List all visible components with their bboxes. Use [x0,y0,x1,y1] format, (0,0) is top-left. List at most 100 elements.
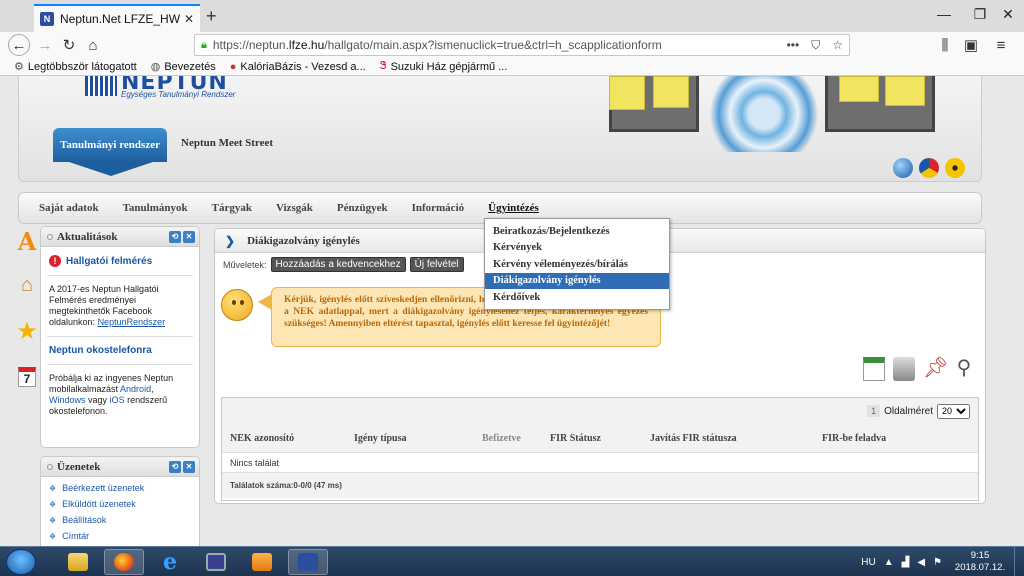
menu-item-tanulmanyok[interactable]: Tanulmányok [111,192,200,224]
accessibility-icon[interactable] [945,158,965,178]
neptun-taskbar-icon[interactable] [288,549,328,575]
panel-collapse-icon[interactable] [47,463,53,470]
window-close-icon[interactable]: ✕ [992,0,1024,28]
bookmark-item[interactable]: Ꮥ Suzuki Ház gépjármű ... [380,60,508,73]
news-item-title[interactable]: ! Hallgatói felmérés [49,255,193,267]
forward-icon[interactable]: → [34,35,56,55]
flag-icon[interactable]: ⚑ [933,557,942,568]
secure-lock-icon[interactable]: 🔒︎ [201,39,207,52]
news-item-title[interactable]: Neptun okostelefonra [49,345,193,356]
system-selector[interactable]: Tanulmányi rendszer [53,128,183,180]
favorites-star-icon[interactable]: ★ [14,318,40,345]
refresh-icon[interactable]: ⟲ [169,230,181,243]
menu-item-sajat-adatok[interactable]: Saját adatok [27,192,111,224]
windows-link[interactable]: Windows [49,395,86,405]
home-icon[interactable]: ⌂ [82,35,104,55]
panel-collapse-icon[interactable] [47,233,53,240]
add-to-favorites-button[interactable]: Hozzáadás a kedvencekhez [270,257,406,272]
column-header[interactable]: Befizetve [482,433,521,444]
media-player-taskbar-icon[interactable] [242,549,282,575]
page-title: Diákigazolvány igénylés [247,234,360,247]
android-link[interactable]: Android [120,384,151,394]
page-actions-icon[interactable]: ••• [787,38,800,52]
sent-link[interactable]: ❖ Elküldött üzenetek [49,499,191,509]
system-button[interactable]: Tanulmányi rendszer [53,128,167,162]
bookmark-star-icon[interactable]: ☆ [832,38,843,52]
dropdown-item-diakigazolvany[interactable]: Diákigazolvány igénylés [485,272,669,289]
result-count: Találatok száma:0-0/0 (47 ms) [222,472,978,498]
new-tab-icon[interactable]: + [206,6,217,26]
start-button[interactable] [6,549,36,575]
column-header[interactable]: FIR Státusz [550,433,601,444]
color-theme-icon[interactable] [919,158,939,178]
reload-icon[interactable]: ↻ [58,35,80,55]
dropdown-item-kerveny-velemenyezes[interactable]: Kérvény véleményezés/bírálás [485,256,669,273]
dropdown-item-kervenyek[interactable]: Kérvények [485,240,669,257]
library-icon[interactable]: ⫼ [934,35,956,55]
url-text[interactable]: https://neptun.lfze.hu/hallgato/main.asp… [213,38,781,52]
url-bar[interactable]: 🔒︎ https://neptun.lfze.hu/hallgato/main.… [194,34,850,56]
bookmark-item[interactable]: ● KalóriaBázis - Vezesd a... [230,61,366,73]
menu-item-penzugyek[interactable]: Pénzügyek [325,192,400,224]
network-icon[interactable]: ▟ [902,557,910,568]
menu-item-targyak[interactable]: Tárgyak [200,192,264,224]
header-icons [893,158,965,178]
search-icon[interactable]: ⚲ [953,357,975,381]
minimize-icon[interactable]: — [924,0,964,28]
meet-street-link[interactable]: Neptun Meet Street [181,137,273,149]
print-icon[interactable] [893,357,915,381]
close-icon[interactable]: ✕ [183,460,195,473]
pin-icon[interactable]: 📌︎ [923,357,948,381]
dropdown-item-beiratkozas[interactable]: Beiratkozás/Bejelentkezés [485,223,669,240]
browser-tab[interactable]: N Neptun.Net LFZE_HW ✕ [34,4,200,32]
bookmark-item[interactable]: ◍ Bevezetés [150,60,216,74]
tab-title: Neptun.Net LFZE_HW [60,12,181,26]
explorer-taskbar-icon[interactable] [58,549,98,575]
column-header[interactable]: FIR-be feladva [822,433,886,444]
menu-icon[interactable]: ≡ [990,35,1012,55]
volume-icon[interactable]: ◀ [917,557,925,568]
globe-icon: ◍ [150,61,161,73]
show-hidden-icons-icon[interactable]: ▲ [884,557,894,568]
tab-close-icon[interactable]: ✕ [184,12,194,26]
neptun-logo[interactable]: NEPTUN Egységes Tanulmányi Rendszer [85,76,245,100]
grid-header: NEK azonosító Igény típusa Befizetve FIR… [222,424,978,452]
clock[interactable]: 9:15 2018.07.12. [950,550,1010,574]
refresh-icon[interactable]: ⟲ [169,460,181,473]
calendar-icon[interactable]: 7 [14,364,40,390]
results-grid: 1 Oldalméret 20 NEK azonosító Igény típu… [221,397,979,501]
firefox-taskbar-icon[interactable] [104,549,144,575]
inbox-link[interactable]: ❖ Beérkezett üzenetek [49,483,191,493]
menu-item-vizsgak[interactable]: Vizsgák [264,192,325,224]
gear-icon: ⚙ [14,61,24,73]
pocket-icon[interactable]: ⛉ [811,38,820,53]
menu-item-informacio[interactable]: Információ [400,192,477,224]
column-header[interactable]: NEK azonosító [230,433,294,444]
news-shortcut-icon[interactable]: A [14,227,40,256]
neptun-header: NEPTUN Egységes Tanulmányi Rendszer Tanu… [18,76,982,182]
show-desktop-button[interactable] [1014,547,1024,576]
page-number[interactable]: 1 [867,405,881,417]
facebook-link[interactable]: NeptunRendszer [98,317,166,327]
excel-export-icon[interactable] [863,357,885,381]
column-header[interactable]: Igény típusa [354,433,407,444]
back-icon[interactable]: ← [8,34,30,56]
language-indicator[interactable]: HU [861,557,875,568]
close-icon[interactable]: ✕ [183,230,195,243]
ios-link[interactable]: iOS [110,395,125,405]
ie-taskbar-icon[interactable]: e [150,549,190,575]
new-record-button[interactable]: Új felvétel [409,257,464,272]
arrow-icon: ❖ [49,499,57,509]
arrow-icon: ❖ [49,483,57,493]
news-item-text: A 2017-es Neptun Hallgatói Felmérés ered… [49,284,166,327]
directory-link[interactable]: ❖ Címtár [49,531,191,541]
settings-link[interactable]: ❖ Beállítások [49,515,191,525]
bookmark-item[interactable]: ⚙ Legtöbbször látogatott [14,60,137,74]
dropdown-item-kerdoivek[interactable]: Kérdőívek [485,289,669,306]
column-header[interactable]: Javítás FIR státusza [650,433,737,444]
globe-icon[interactable] [893,158,913,178]
save-app-taskbar-icon[interactable] [196,549,236,575]
sidebar-icon[interactable]: ▣ [960,35,982,55]
home-envelope-icon[interactable]: ⌂ [14,272,40,298]
page-size-select[interactable]: 20 [937,403,970,419]
